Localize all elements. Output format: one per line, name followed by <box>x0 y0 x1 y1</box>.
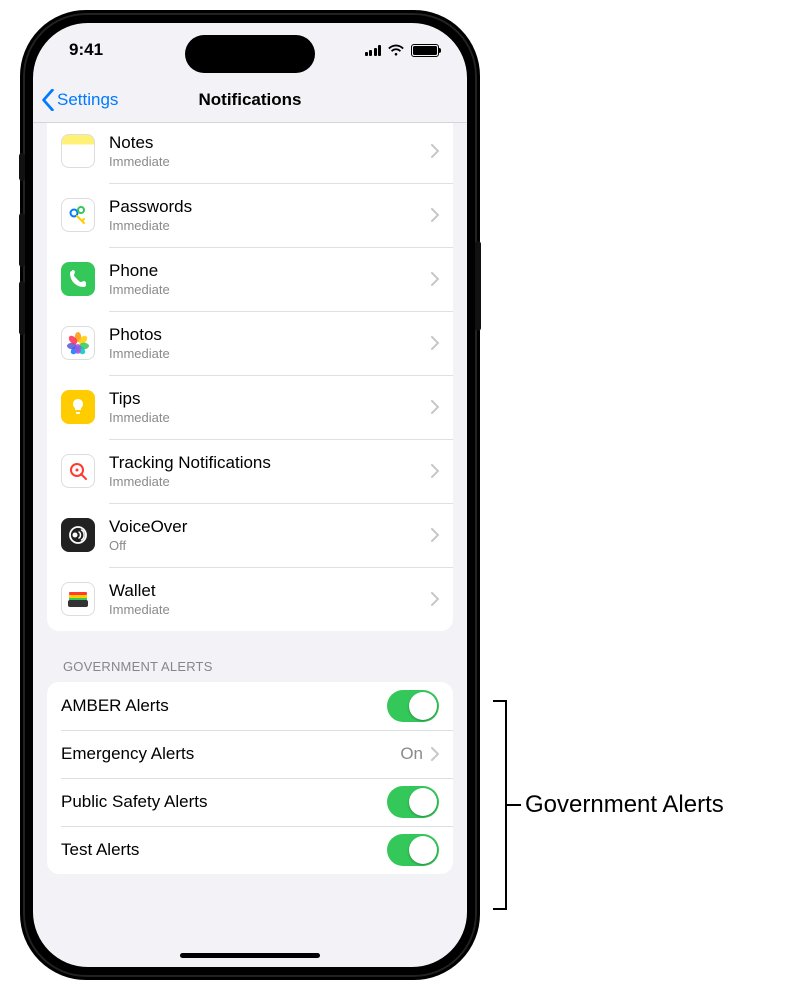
callout-gov-alerts: Government Alerts <box>483 700 778 910</box>
wallet-icon <box>61 582 95 616</box>
app-sub: Off <box>109 538 431 553</box>
chevron-right-icon <box>431 208 439 222</box>
silence-switch <box>19 153 25 181</box>
chevron-right-icon <box>431 464 439 478</box>
chevron-right-icon <box>431 592 439 606</box>
app-row-phone[interactable]: Phone Immediate <box>47 247 453 311</box>
amber-alerts-row: AMBER Alerts <box>47 682 453 730</box>
callout-label: Government Alerts <box>525 791 724 819</box>
volume-down-button <box>19 281 25 335</box>
app-row-voiceover[interactable]: VoiceOver Off <box>47 503 453 567</box>
test-alerts-row: Test Alerts <box>47 826 453 874</box>
wifi-icon <box>387 43 405 57</box>
app-list-group: Notes Immediate Passwords Immediate <box>47 123 453 631</box>
app-row-wallet[interactable]: Wallet Immediate <box>47 567 453 631</box>
chevron-right-icon <box>431 528 439 542</box>
status-time: 9:41 <box>69 40 103 60</box>
app-row-tracking[interactable]: Tracking Notifications Immediate <box>47 439 453 503</box>
app-row-passwords[interactable]: Passwords Immediate <box>47 183 453 247</box>
chevron-right-icon <box>431 272 439 286</box>
volume-up-button <box>19 213 25 267</box>
tips-icon <box>61 390 95 424</box>
photos-icon <box>61 326 95 360</box>
back-button[interactable]: Settings <box>41 89 118 111</box>
nav-bar: Settings Notifications <box>33 77 467 123</box>
app-row-tips[interactable]: Tips Immediate <box>47 375 453 439</box>
tracking-icon <box>61 454 95 488</box>
row-value: On <box>400 744 423 764</box>
phone-icon <box>61 262 95 296</box>
app-row-photos[interactable]: Photos Immediate <box>47 311 453 375</box>
amber-alerts-toggle[interactable] <box>387 690 439 722</box>
chevron-right-icon <box>431 144 439 158</box>
app-title: Tips <box>109 389 431 409</box>
app-title: VoiceOver <box>109 517 431 537</box>
app-title: Phone <box>109 261 431 281</box>
battery-icon <box>411 44 439 57</box>
screen: 9:41 Settings Notifications Notes Imm <box>33 23 467 967</box>
app-sub: Immediate <box>109 282 431 297</box>
passwords-icon <box>61 198 95 232</box>
gov-alerts-header: Government Alerts <box>47 631 453 682</box>
test-alerts-toggle[interactable] <box>387 834 439 866</box>
chevron-right-icon <box>431 336 439 350</box>
chevron-left-icon <box>41 89 55 111</box>
notes-icon <box>61 134 95 168</box>
app-row-notes[interactable]: Notes Immediate <box>47 123 453 183</box>
app-title: Tracking Notifications <box>109 453 431 473</box>
app-sub: Immediate <box>109 346 431 361</box>
row-label: Public Safety Alerts <box>61 792 387 812</box>
app-title: Passwords <box>109 197 431 217</box>
app-title: Photos <box>109 325 431 345</box>
app-sub: Immediate <box>109 218 431 233</box>
chevron-right-icon <box>431 747 439 761</box>
power-button <box>475 241 481 331</box>
row-label: AMBER Alerts <box>61 696 387 716</box>
home-indicator[interactable] <box>180 953 320 958</box>
back-label: Settings <box>57 90 118 110</box>
app-sub: Immediate <box>109 602 431 617</box>
phone-frame: 9:41 Settings Notifications Notes Imm <box>20 10 480 980</box>
app-sub: Immediate <box>109 154 431 169</box>
page-title: Notifications <box>199 90 302 110</box>
status-indicators <box>365 43 440 57</box>
public-safety-row: Public Safety Alerts <box>47 778 453 826</box>
cellular-icon <box>365 44 382 56</box>
content[interactable]: Notes Immediate Passwords Immediate <box>33 123 467 967</box>
emergency-alerts-row[interactable]: Emergency Alerts On <box>47 730 453 778</box>
gov-alerts-group: AMBER Alerts Emergency Alerts On Public … <box>47 682 453 874</box>
row-label: Test Alerts <box>61 840 387 860</box>
app-sub: Immediate <box>109 410 431 425</box>
app-sub: Immediate <box>109 474 431 489</box>
voiceover-icon <box>61 518 95 552</box>
public-safety-toggle[interactable] <box>387 786 439 818</box>
chevron-right-icon <box>431 400 439 414</box>
app-title: Wallet <box>109 581 431 601</box>
dynamic-island <box>185 35 315 73</box>
app-title: Notes <box>109 133 431 153</box>
row-label: Emergency Alerts <box>61 744 400 764</box>
